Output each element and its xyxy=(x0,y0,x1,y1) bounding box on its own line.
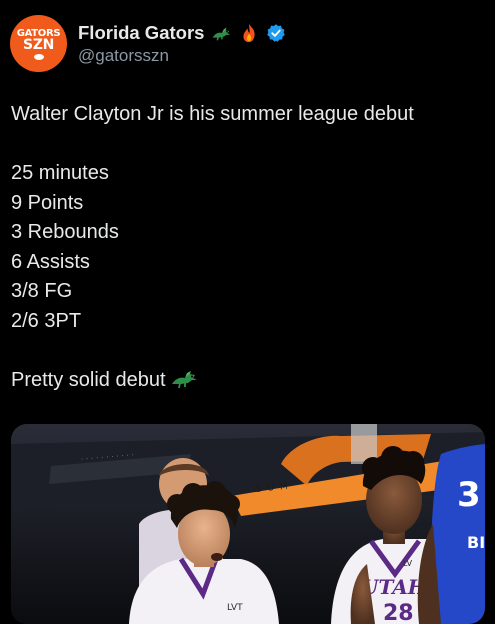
post-headline: Walter Clayton Jr is his summer league d… xyxy=(11,103,414,125)
author-handle[interactable]: @gatorsszn xyxy=(78,46,169,66)
post-media-photo[interactable]: · · · · · · · · · · · SUM LVT LV UTAH 28… xyxy=(11,424,485,624)
jersey-left-text: LVT xyxy=(227,603,243,613)
post-closing-text: Pretty solid debut xyxy=(11,368,166,391)
avatar-logo-mark xyxy=(33,54,44,60)
jersey-right-logo: LV xyxy=(403,559,413,568)
stat-line: 25 minutes xyxy=(11,162,109,184)
avatar-text-line2: SZN xyxy=(22,37,55,53)
avatar[interactable]: GATORS SZN xyxy=(10,15,67,72)
avatar-logo: GATORS SZN xyxy=(10,29,67,60)
post-text: Walter Clayton Jr is his summer league d… xyxy=(11,100,486,395)
post-closing-line: Pretty solid debut xyxy=(11,366,486,396)
stat-line: 3 Rebounds xyxy=(11,221,119,243)
verified-badge-icon xyxy=(267,24,286,42)
stat-line: 3/8 FG xyxy=(11,280,73,302)
stat-line: 9 Points xyxy=(11,191,84,214)
post-header: GATORS SZN Florida Gators @gatorsszn xyxy=(10,14,485,74)
author-name-row: Florida Gators xyxy=(78,20,286,46)
photo-scene: · · · · · · · · · · · SUM LVT LV UTAH 28… xyxy=(11,424,485,624)
author-display-name[interactable]: Florida Gators xyxy=(78,22,204,44)
jersey-right-number: 28 xyxy=(383,601,414,624)
gator-icon xyxy=(171,370,197,388)
gator-icon xyxy=(213,27,231,41)
jersey-far-right-number: 3 xyxy=(457,475,481,515)
stat-line: 2/6 3PT xyxy=(11,309,82,332)
stat-line: 6 Assists xyxy=(11,250,90,273)
fire-icon xyxy=(243,23,256,43)
jersey-far-right-text: BI xyxy=(467,533,485,552)
